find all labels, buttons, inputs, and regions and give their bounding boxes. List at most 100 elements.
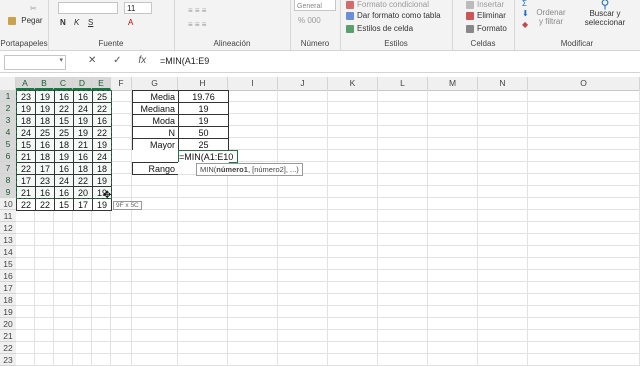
row-header-2[interactable]: 2 (0, 102, 16, 114)
cell[interactable] (111, 318, 132, 330)
cell[interactable] (16, 270, 35, 282)
sort-filter-button[interactable]: Ordenar y filtrar (534, 8, 568, 26)
cell[interactable] (228, 318, 278, 330)
cell[interactable] (54, 210, 73, 222)
cell[interactable] (35, 330, 54, 342)
cell[interactable] (528, 198, 640, 210)
cell[interactable] (132, 282, 178, 294)
row-header-19[interactable]: 19 (0, 306, 16, 318)
cell[interactable] (73, 258, 92, 270)
cell[interactable] (428, 234, 478, 246)
cell[interactable] (92, 270, 111, 282)
cell[interactable] (328, 342, 378, 354)
cell[interactable] (328, 354, 378, 366)
cell[interactable] (478, 198, 528, 210)
cell[interactable] (528, 102, 640, 114)
cell[interactable] (16, 342, 35, 354)
row-header-20[interactable]: 20 (0, 318, 16, 330)
cell[interactable] (111, 162, 132, 174)
cell[interactable] (378, 318, 428, 330)
cell[interactable] (378, 246, 428, 258)
data-cell-a10[interactable]: 22 (16, 198, 36, 211)
cell[interactable] (528, 258, 640, 270)
cell[interactable] (328, 90, 378, 102)
cell[interactable] (16, 210, 35, 222)
cell[interactable] (111, 330, 132, 342)
cell[interactable] (132, 210, 178, 222)
cell[interactable] (92, 342, 111, 354)
cell[interactable] (111, 90, 132, 102)
cell[interactable] (111, 342, 132, 354)
cell[interactable] (178, 294, 228, 306)
cell[interactable] (35, 354, 54, 366)
cell[interactable] (528, 150, 640, 162)
cell[interactable] (16, 330, 35, 342)
cell[interactable] (278, 270, 328, 282)
cell[interactable] (178, 210, 228, 222)
cell[interactable] (228, 186, 278, 198)
cell-styles-button[interactable]: Estilos de celda (346, 24, 413, 33)
cell[interactable] (378, 354, 428, 366)
cell[interactable] (428, 222, 478, 234)
cell[interactable] (528, 306, 640, 318)
row-header-22[interactable]: 22 (0, 342, 16, 354)
cell[interactable] (228, 330, 278, 342)
cell[interactable] (478, 174, 528, 186)
paste-button[interactable]: Pegar (8, 16, 43, 25)
cell[interactable] (178, 186, 228, 198)
cell[interactable] (35, 258, 54, 270)
formula-input[interactable]: =MIN(A1:E9 (160, 56, 209, 66)
cell[interactable] (92, 282, 111, 294)
cell[interactable] (16, 258, 35, 270)
cell[interactable] (378, 270, 428, 282)
cell[interactable] (35, 222, 54, 234)
cell[interactable] (328, 126, 378, 138)
format-table-button[interactable]: Dar formato como tabla (346, 11, 441, 20)
cell[interactable] (16, 354, 35, 366)
column-header-l[interactable]: L (378, 77, 428, 90)
cell[interactable] (111, 102, 132, 114)
cell[interactable] (378, 210, 428, 222)
cell[interactable] (528, 354, 640, 366)
cell[interactable] (378, 114, 428, 126)
column-header-i[interactable]: I (228, 77, 278, 90)
cell[interactable] (92, 318, 111, 330)
column-header-a[interactable]: A (16, 77, 35, 90)
row-header-5[interactable]: 5 (0, 138, 16, 150)
cell[interactable] (328, 198, 378, 210)
cell[interactable] (54, 258, 73, 270)
cell[interactable] (328, 114, 378, 126)
cell[interactable] (428, 162, 478, 174)
cell[interactable] (278, 342, 328, 354)
column-header-f[interactable]: F (111, 77, 132, 90)
cell[interactable] (178, 330, 228, 342)
cell[interactable] (111, 354, 132, 366)
row-header-14[interactable]: 14 (0, 246, 16, 258)
cell[interactable] (328, 234, 378, 246)
cell[interactable] (378, 186, 428, 198)
cell[interactable] (278, 318, 328, 330)
data-cell-b10[interactable]: 22 (35, 198, 55, 211)
cell[interactable] (528, 246, 640, 258)
cell[interactable] (378, 150, 428, 162)
cell[interactable] (92, 246, 111, 258)
cell[interactable] (478, 210, 528, 222)
cell[interactable] (528, 234, 640, 246)
cell[interactable] (378, 138, 428, 150)
cell[interactable] (278, 222, 328, 234)
row-header-6[interactable]: 6 (0, 150, 16, 162)
cell[interactable] (378, 342, 428, 354)
cell[interactable] (16, 306, 35, 318)
cell[interactable] (16, 246, 35, 258)
cell[interactable] (378, 330, 428, 342)
cell[interactable] (228, 354, 278, 366)
cell[interactable] (328, 138, 378, 150)
cell[interactable] (328, 318, 378, 330)
cell[interactable] (111, 294, 132, 306)
cell[interactable] (528, 342, 640, 354)
cell[interactable] (178, 282, 228, 294)
cell[interactable] (111, 174, 132, 186)
cell[interactable] (378, 282, 428, 294)
cell[interactable] (54, 306, 73, 318)
cell[interactable] (328, 102, 378, 114)
